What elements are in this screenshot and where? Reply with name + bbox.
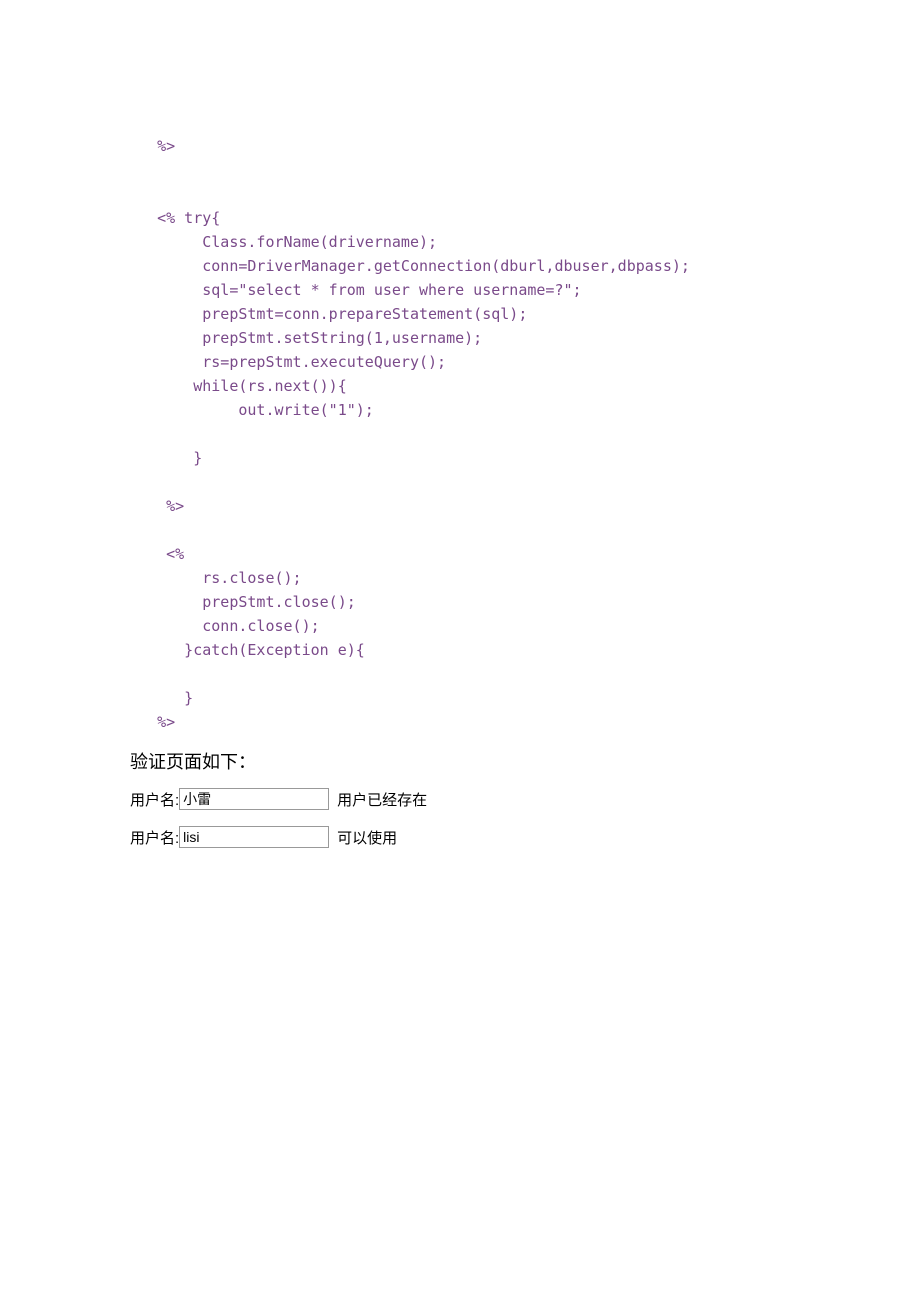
username-input-1[interactable]: [179, 788, 329, 810]
code-line: %>: [130, 497, 184, 515]
code-block: %> <% try{ Class.forName(drivername); co…: [130, 110, 920, 734]
code-line: rs.close();: [130, 569, 302, 587]
code-line: <% try{: [130, 209, 220, 227]
code-line: conn.close();: [130, 617, 320, 635]
code-line: Class.forName(drivername);: [130, 233, 437, 251]
form-row-1: 用户名: 用户已经存在: [130, 788, 920, 810]
code-line: }catch(Exception e){: [130, 641, 365, 659]
username-input-2[interactable]: [179, 826, 329, 848]
section-title: 验证页面如下：: [130, 748, 920, 774]
username-label: 用户名:: [130, 789, 179, 810]
status-available: 可以使用: [337, 827, 397, 848]
code-line: %>: [130, 713, 175, 731]
code-line: %>: [130, 137, 175, 155]
code-line: sql="select * from user where username=?…: [130, 281, 582, 299]
code-line: rs=prepStmt.executeQuery();: [130, 353, 446, 371]
code-line: prepStmt.setString(1,username);: [130, 329, 482, 347]
code-line: }: [130, 449, 202, 467]
code-line: out.write("1");: [130, 401, 374, 419]
code-line: prepStmt=conn.prepareStatement(sql);: [130, 305, 527, 323]
status-exists: 用户已经存在: [337, 789, 427, 810]
code-line: }: [130, 689, 193, 707]
code-line: while(rs.next()){: [130, 377, 347, 395]
code-line: conn=DriverManager.getConnection(dburl,d…: [130, 257, 690, 275]
form-row-2: 用户名: 可以使用: [130, 826, 920, 848]
code-line: prepStmt.close();: [130, 593, 356, 611]
code-line: <%: [130, 545, 184, 563]
username-label: 用户名:: [130, 827, 179, 848]
